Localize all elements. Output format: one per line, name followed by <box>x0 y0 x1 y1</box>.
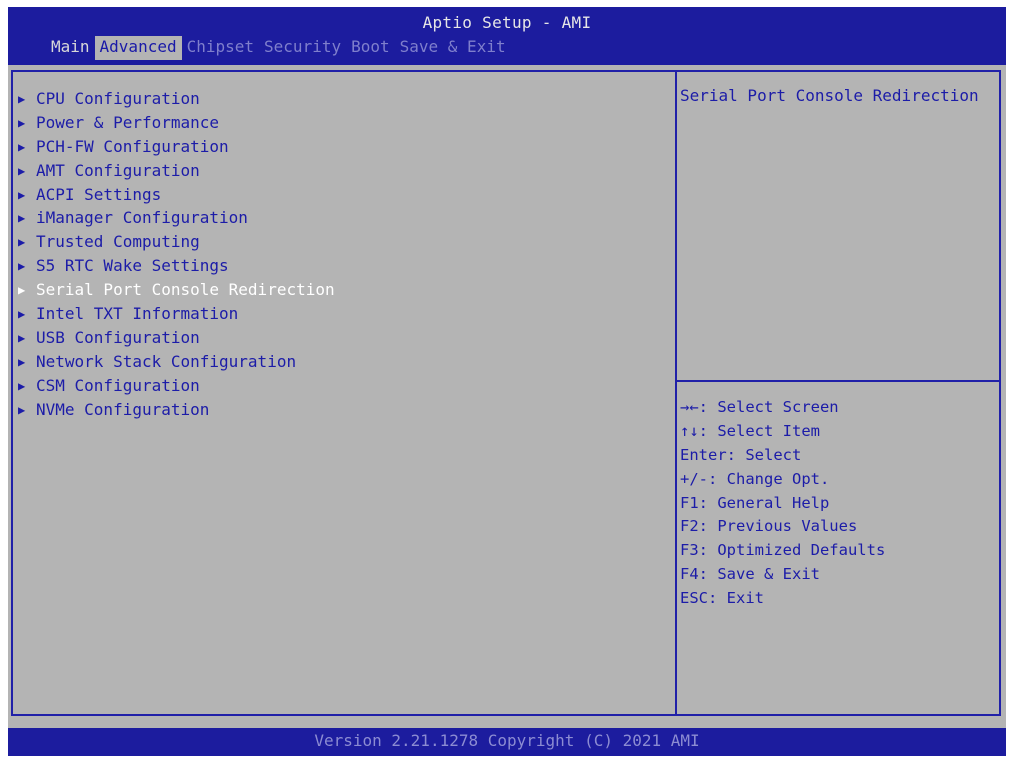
menu-item-trusted-computing[interactable]: ▶ Trusted Computing <box>18 230 335 254</box>
menu-item-label: CPU Configuration <box>36 88 200 108</box>
tab-boot[interactable]: Boot <box>346 36 395 60</box>
submenu-arrow-icon: ▶ <box>18 306 26 321</box>
advanced-menu-list: ▶ CPU Configuration ▶ Power & Performance … <box>18 87 335 421</box>
key-hint-general-help: F1: General Help <box>680 493 830 512</box>
submenu-arrow-icon: ▶ <box>18 163 26 178</box>
submenu-arrow-icon: ▶ <box>18 259 26 274</box>
submenu-arrow-icon: ▶ <box>18 187 26 202</box>
key-hint-optimized-defaults: F3: Optimized Defaults <box>680 541 886 560</box>
key-hint-esc-exit: ESC: Exit <box>680 589 764 608</box>
key-hint-select-screen: →←: Select Screen <box>680 398 839 416</box>
menu-item-label: Intel TXT Information <box>36 303 239 323</box>
key-hint-select-item: ↑↓: Select Item <box>680 421 820 440</box>
menu-item-power-performance[interactable]: ▶ Power & Performance <box>18 111 335 135</box>
menu-item-usb-configuration[interactable]: ▶ USB Configuration <box>18 326 335 350</box>
submenu-arrow-icon: ▶ <box>18 115 26 130</box>
tab-chipset[interactable]: Chipset <box>182 36 259 60</box>
menu-item-label: Serial Port Console Redirection <box>36 280 335 300</box>
setup-title: Aptio Setup - AMI <box>422 13 592 32</box>
menu-item-label: iManager Configuration <box>36 208 248 228</box>
menu-item-label: PCH-FW Configuration <box>36 136 229 156</box>
header-bar: Aptio Setup - AMI Main Advanced Chipset … <box>8 7 1006 65</box>
version-text: Version 2.21.1278 Copyright (C) 2021 AMI <box>314 731 700 750</box>
submenu-arrow-icon: ▶ <box>18 211 26 226</box>
menu-item-pch-fw-configuration[interactable]: ▶ PCH-FW Configuration <box>18 135 335 159</box>
submenu-arrow-icon: ▶ <box>18 378 26 393</box>
submenu-arrow-icon: ▶ <box>18 354 26 369</box>
menu-item-label: NVMe Configuration <box>36 399 210 419</box>
key-legend: →←: Select Screen ↑↓: Select Item Enter:… <box>680 395 885 610</box>
menu-item-label: Power & Performance <box>36 112 220 132</box>
footer-bar: Version 2.21.1278 Copyright (C) 2021 AMI <box>8 728 1006 756</box>
tab-bar: Main Advanced Chipset Security Boot Save… <box>46 36 511 60</box>
menu-item-acpi-settings[interactable]: ▶ ACPI Settings <box>18 183 335 207</box>
tab-main[interactable]: Main <box>46 36 95 60</box>
key-hint-enter: Enter: Select <box>680 445 802 464</box>
key-hint-change-opt: +/-: Change Opt. <box>680 469 830 488</box>
help-description: Serial Port Console Redirection <box>680 86 979 105</box>
menu-item-nvme-configuration[interactable]: ▶ NVMe Configuration <box>18 398 335 422</box>
menu-item-amt-configuration[interactable]: ▶ AMT Configuration <box>18 159 335 183</box>
bios-screen: Aptio Setup - AMI Main Advanced Chipset … <box>8 7 1006 756</box>
menu-item-cpu-configuration[interactable]: ▶ CPU Configuration <box>18 87 335 111</box>
key-hint-save-exit: F4: Save & Exit <box>680 565 820 584</box>
submenu-arrow-icon: ▶ <box>18 235 26 250</box>
menu-item-network-stack-configuration[interactable]: ▶ Network Stack Configuration <box>18 350 335 374</box>
submenu-arrow-icon: ▶ <box>18 283 26 298</box>
tab-save-exit[interactable]: Save & Exit <box>395 36 511 60</box>
menu-item-intel-txt-information[interactable]: ▶ Intel TXT Information <box>18 302 335 326</box>
menu-item-serial-port-console-redirection[interactable]: ▶ Serial Port Console Redirection <box>18 278 335 302</box>
menu-item-csm-configuration[interactable]: ▶ CSM Configuration <box>18 374 335 398</box>
menu-item-label: AMT Configuration <box>36 160 200 180</box>
menu-item-imanager-configuration[interactable]: ▶ iManager Configuration <box>18 206 335 230</box>
submenu-arrow-icon: ▶ <box>18 91 26 106</box>
menu-item-label: Network Stack Configuration <box>36 351 297 371</box>
menu-item-label: USB Configuration <box>36 327 200 347</box>
menu-item-s5-rtc-wake-settings[interactable]: ▶ S5 RTC Wake Settings <box>18 254 335 278</box>
submenu-arrow-icon: ▶ <box>18 402 26 417</box>
help-divider <box>677 380 999 382</box>
tab-security[interactable]: Security <box>259 36 346 60</box>
menu-item-label: CSM Configuration <box>36 375 200 395</box>
panel-divider <box>675 70 677 716</box>
key-hint-previous-values: F2: Previous Values <box>680 517 858 536</box>
menu-item-label: S5 RTC Wake Settings <box>36 256 229 276</box>
submenu-arrow-icon: ▶ <box>18 330 26 345</box>
submenu-arrow-icon: ▶ <box>18 139 26 154</box>
menu-item-label: Trusted Computing <box>36 232 200 252</box>
tab-advanced[interactable]: Advanced <box>94 36 182 60</box>
menu-item-label: ACPI Settings <box>36 184 162 204</box>
